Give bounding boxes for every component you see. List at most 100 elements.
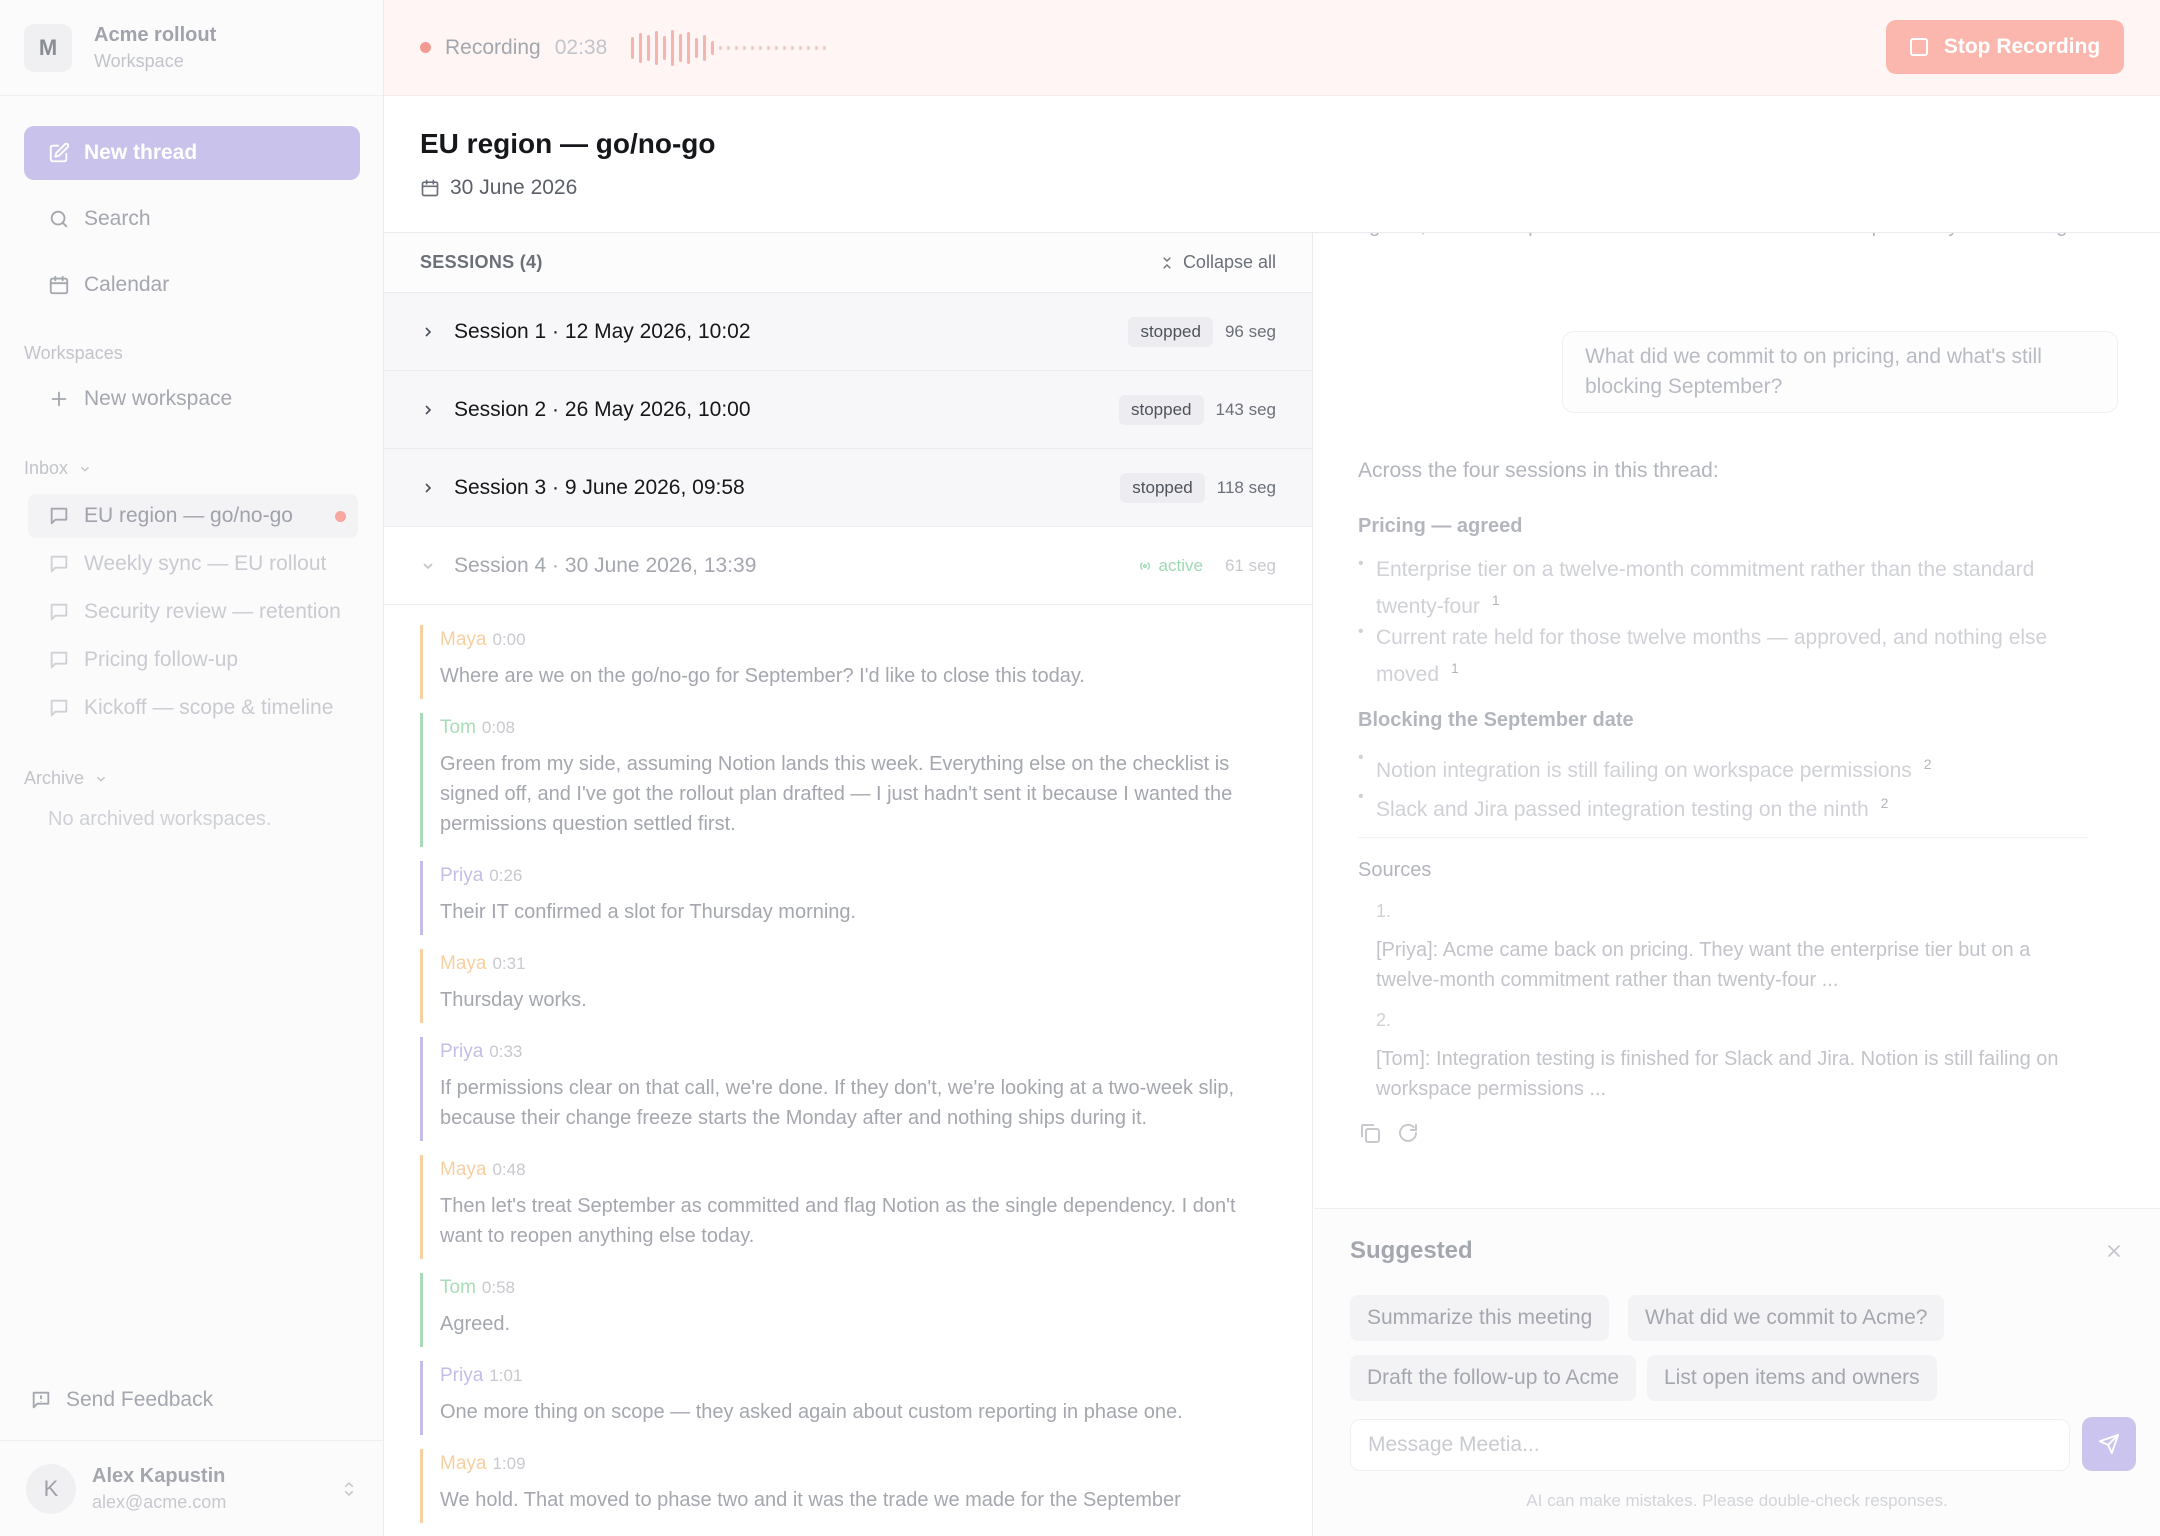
session-row[interactable]: Session 3 · 9 June 2026, 09:58 stopped 1… <box>384 449 1312 527</box>
source-excerpt[interactable]: [Priya]: Acme came back on pricing. They… <box>1376 935 2076 995</box>
answer-bullet: Notion integration is still failing on w… <box>1358 743 2088 786</box>
thread-item-label: Pricing follow-up <box>84 648 239 671</box>
thread-item-label: Kickoff — scope & timeline <box>84 696 334 719</box>
chevron-right-icon <box>425 326 432 337</box>
transcript-segment[interactable]: Maya 1:09 We hold. That moved to phase two… <box>420 1449 1276 1523</box>
speaker-name: Maya <box>440 953 487 974</box>
workspace-name: Acme rollout <box>94 23 217 46</box>
divider <box>1358 837 2088 838</box>
workspace-switcher[interactable]: M Acme rollout Workspace <box>0 0 383 96</box>
suggestion-chip[interactable]: What did we commit to Acme? <box>1628 1295 1945 1341</box>
inbox-section-toggle[interactable]: Inbox <box>24 458 92 479</box>
bullet-text: Enterprise tier on a twelve-month commit… <box>1376 558 2035 618</box>
segment-text: Their IT confirmed a slot for Thursday m… <box>440 901 857 923</box>
answer-bullet: Current rate held for those twelve month… <box>1358 617 2088 690</box>
suggested-heading: Suggested <box>1350 1237 1473 1264</box>
session-title: Session 3 · 9 June 2026, 09:58 <box>454 475 745 499</box>
copy-icon[interactable] <box>1358 1121 1382 1145</box>
source-number: 1. <box>1376 901 1392 921</box>
stop-recording-button[interactable]: Stop Recording <box>1886 20 2124 74</box>
status-badge: active <box>1137 556 1203 576</box>
avatar: K <box>26 1463 76 1514</box>
recording-bar: Recording 02:38 Stop Recording <box>384 0 2160 96</box>
chat-panel: agreed, and the September date is commit… <box>1314 233 2160 1536</box>
sidebar: M Acme rollout Workspace New thread Sear… <box>0 0 384 1536</box>
edit-icon <box>49 142 70 163</box>
citation-marker[interactable]: 1 <box>1492 592 1500 608</box>
transcript: Maya 0:00 Where are we on the go/no-go for… <box>384 605 1312 1523</box>
assistant-answer-intro: Across the four sessions in this thread: <box>1358 459 1719 482</box>
chevron-up-down-icon <box>344 1481 354 1496</box>
suggestion-chip[interactable]: Draft the follow-up to Acme <box>1350 1355 1637 1401</box>
archive-section-toggle[interactable]: Archive <box>24 768 108 789</box>
transcript-segment[interactable]: Tom 0:58 Agreed. <box>420 1273 1276 1347</box>
speaker-name: Maya <box>440 1159 487 1180</box>
suggestion-chip[interactable]: Summarize this meeting <box>1350 1295 1610 1341</box>
sidebar-item-label: Search <box>84 207 151 230</box>
chevron-right-icon <box>425 404 432 415</box>
status-badge: stopped <box>1119 394 1204 425</box>
thread-item[interactable]: Pricing follow-up <box>28 638 358 682</box>
calendar-icon <box>421 179 439 197</box>
calendar-icon <box>49 275 69 295</box>
new-thread-button[interactable]: New thread <box>24 126 360 180</box>
segment-timestamp: 0:58 <box>481 1278 515 1297</box>
new-workspace-button[interactable]: New workspace <box>48 387 232 411</box>
suggestion-chip[interactable]: List open items and owners <box>1647 1355 1937 1401</box>
thread-date: 30 June 2026 <box>420 176 577 200</box>
session-row[interactable]: Session 1 · 12 May 2026, 10:02 stopped 9… <box>384 293 1312 371</box>
transcript-segment[interactable]: Maya 0:48 Then let's treat September as co… <box>420 1155 1276 1259</box>
segment-timestamp: 0:00 <box>492 630 526 649</box>
collapse-icon <box>1163 256 1171 269</box>
transcript-segment[interactable]: Priya 0:26 Their IT confirmed a slot for T… <box>420 861 1276 935</box>
citation-marker[interactable]: 2 <box>1881 795 1889 811</box>
chat-bubble-icon <box>50 651 68 669</box>
recording-status: Recording <box>445 35 541 59</box>
session-title: Session 2 · 26 May 2026, 10:00 <box>454 397 751 421</box>
send-button[interactable] <box>2082 1417 2136 1471</box>
stop-recording-label: Stop Recording <box>1943 35 2101 58</box>
main-area: Recording 02:38 Stop Recording EU region… <box>384 0 2160 1536</box>
workspaces-heading: Workspaces <box>24 343 123 363</box>
sessions-header: SESSIONS (4) Collapse all <box>384 233 1312 293</box>
segment-text: Thursday works. <box>440 989 587 1011</box>
chevron-down-icon <box>97 776 106 782</box>
transcript-segment[interactable]: Maya 0:31 Thursday works. <box>420 949 1276 1023</box>
audio-waveform <box>631 28 827 68</box>
source-number: 2. <box>1376 1010 1392 1030</box>
user-menu[interactable]: K Alex Kapustin alex@acme.com <box>0 1440 384 1536</box>
sources-heading: Sources <box>1358 859 1432 881</box>
segment-timestamp: 0:48 <box>492 1160 526 1179</box>
citation-marker[interactable]: 2 <box>1924 756 1932 772</box>
sidebar-item-search[interactable]: Search <box>48 207 151 231</box>
segment-timestamp: 1:09 <box>492 1454 526 1473</box>
chat-bubble-icon <box>50 603 68 621</box>
thread-item[interactable]: EU region — go/no-go <box>28 494 358 538</box>
speaker-name: Tom <box>440 1277 476 1298</box>
new-thread-label: New thread <box>84 141 198 164</box>
transcript-segment[interactable]: Maya 0:00 Where are we on the go/no-go for… <box>420 625 1276 699</box>
citation-marker[interactable]: 1 <box>1451 660 1459 676</box>
thread-item[interactable]: Security review — retention <box>28 590 358 634</box>
session-row[interactable]: Session 2 · 26 May 2026, 10:00 stopped 1… <box>384 371 1312 449</box>
segment-text: One more thing on scope — they asked aga… <box>440 1401 1183 1423</box>
send-feedback-button[interactable]: Send Feedback <box>30 1388 213 1412</box>
thread-item[interactable]: Kickoff — scope & timeline <box>28 686 358 730</box>
message-input[interactable] <box>1350 1419 2070 1471</box>
collapse-all-button[interactable]: Collapse all <box>1159 252 1276 273</box>
transcript-segment[interactable]: Priya 1:01 One more thing on scope — they … <box>420 1361 1276 1435</box>
thread-item[interactable]: Weekly sync — EU rollout <box>28 542 358 586</box>
send-icon <box>2098 1433 2120 1455</box>
regenerate-icon[interactable] <box>1396 1121 1420 1145</box>
close-icon[interactable] <box>2104 1241 2124 1261</box>
thread-date-text: 30 June 2026 <box>450 176 578 199</box>
transcript-segment[interactable]: Tom 0:08 Green from my side, assuming Noti… <box>420 713 1276 847</box>
session-row[interactable]: Session 4 · 30 June 2026, 13:39 active 6… <box>384 527 1312 605</box>
sidebar-item-calendar[interactable]: Calendar <box>48 273 169 297</box>
session-title: Session 4 · 30 June 2026, 13:39 <box>454 553 757 577</box>
source-excerpt[interactable]: [Tom]: Integration testing is finished f… <box>1376 1044 2076 1104</box>
chat-bubble-icon <box>50 699 68 717</box>
chevron-down-icon <box>81 466 90 472</box>
transcript-segment[interactable]: Priya 0:33 If permissions clear on that ca… <box>420 1037 1276 1141</box>
user-email: alex@acme.com <box>92 1491 227 1512</box>
